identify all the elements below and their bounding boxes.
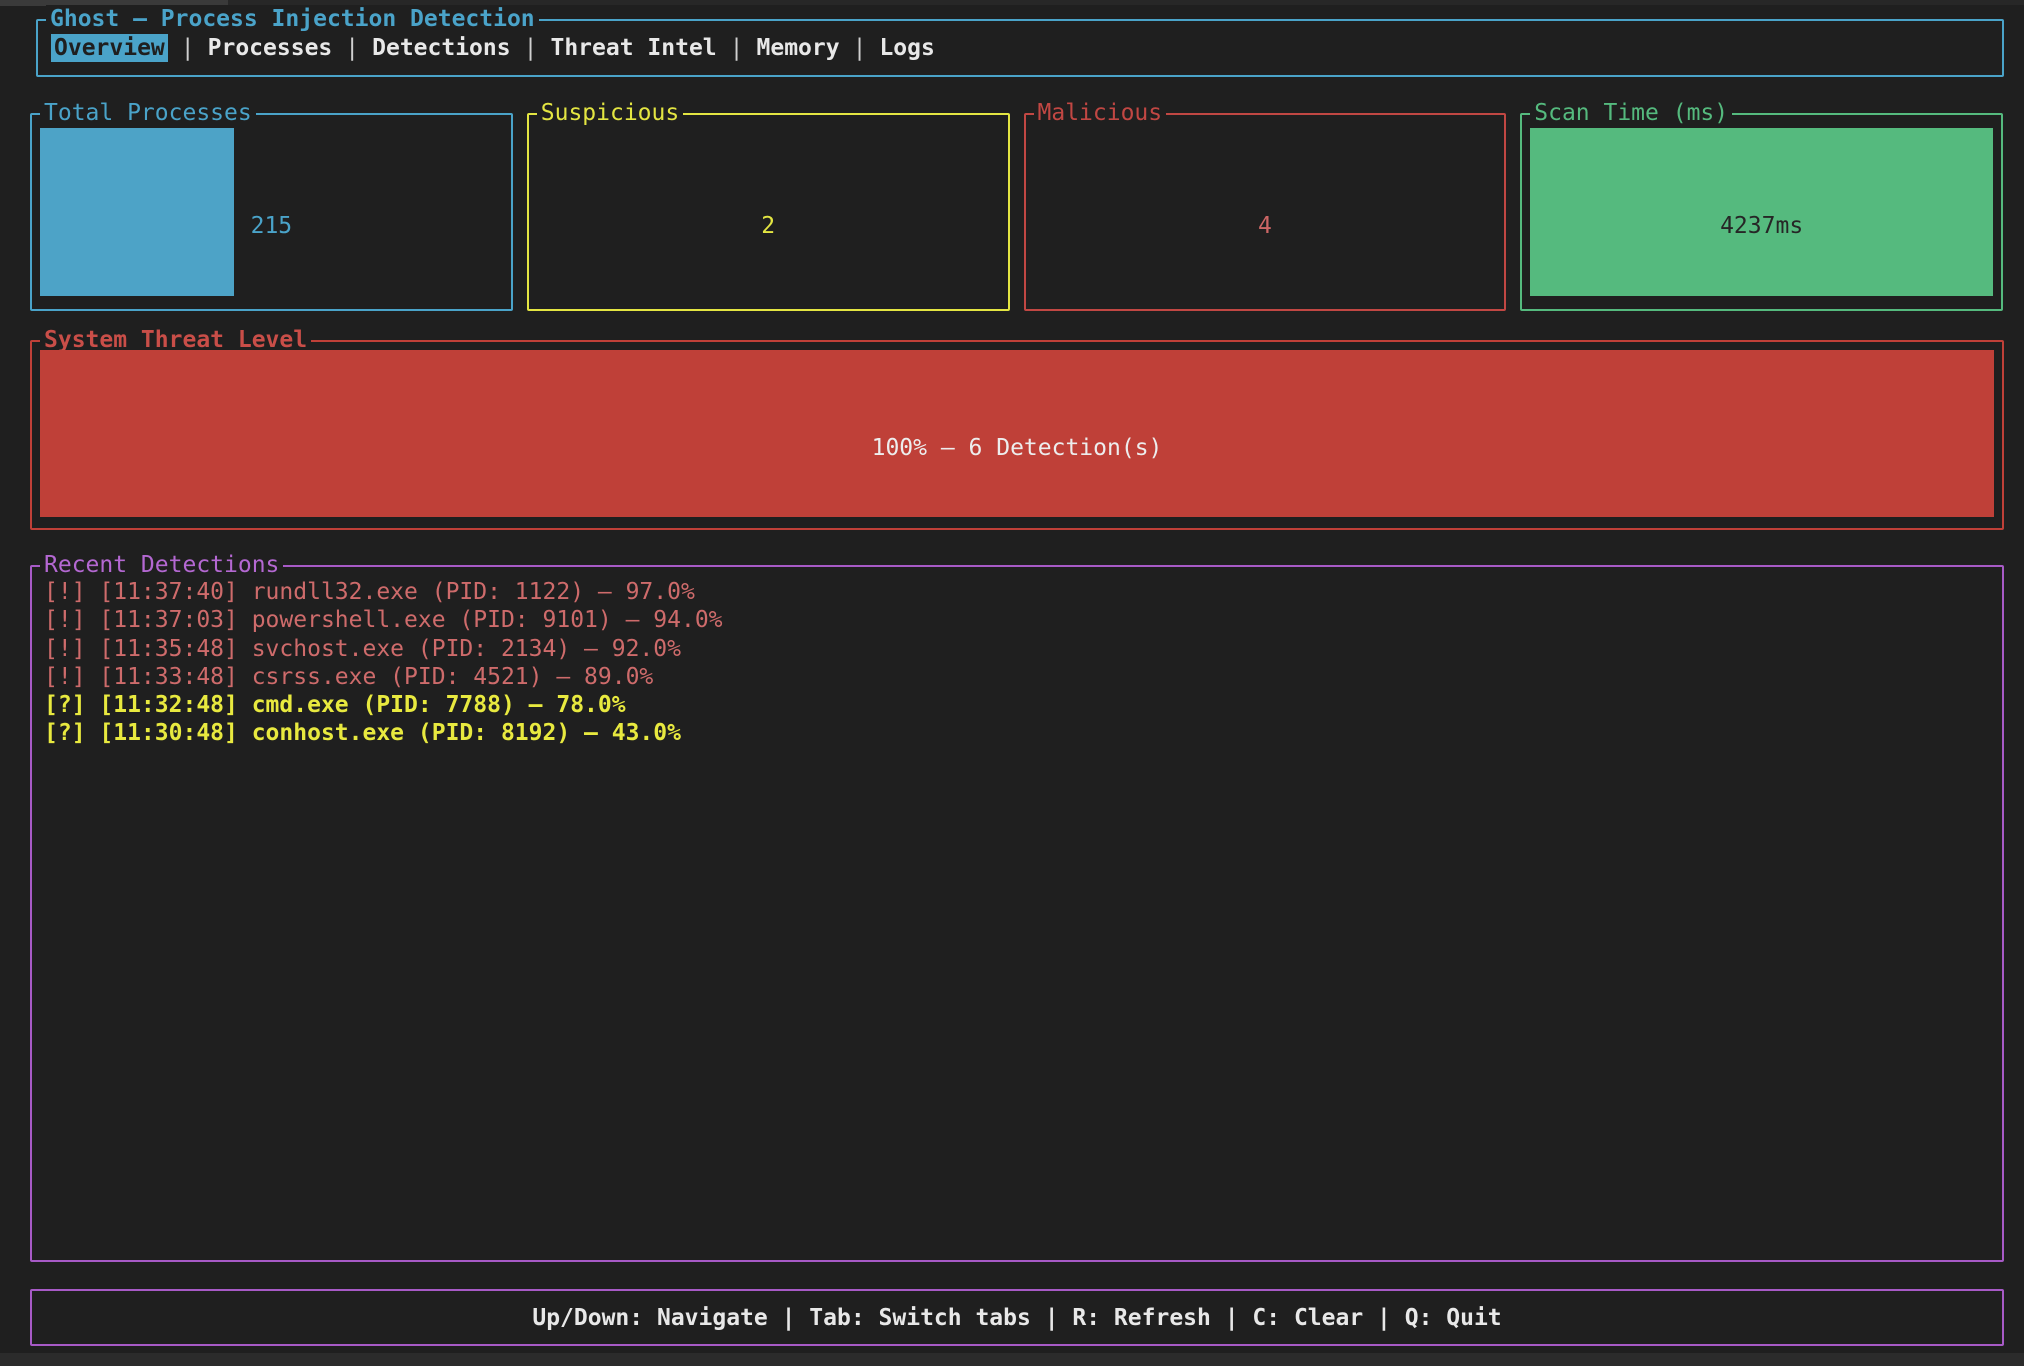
footer-panel: Up/Down: Navigate | Tab: Switch tabs | R… [30, 1289, 2004, 1346]
tab-processes[interactable]: Processes [208, 34, 333, 62]
tab-separator: | [730, 34, 744, 62]
stat-title: Scan Time (ms) [1530, 99, 1732, 127]
stat-panel-malicious: Malicious 4 [1024, 113, 1507, 311]
threat-level-gauge: 100% — 6 Detection(s) [40, 350, 1994, 517]
malicious-gauge: 4 [1034, 128, 1497, 296]
tab-separator: | [345, 34, 359, 62]
scan-time-gauge: 4237ms [1530, 128, 1993, 296]
recent-detections-panel: Recent Detections [!] [11:37:40] rundll3… [30, 565, 2004, 1262]
detection-row[interactable]: [!] [11:37:40] rundll32.exe (PID: 1122) … [44, 578, 1990, 606]
gauge-value: 2 [537, 142, 1000, 310]
detection-row[interactable]: [!] [11:35:48] svchost.exe (PID: 2134) —… [44, 635, 1990, 663]
detection-row[interactable]: [!] [11:37:03] powershell.exe (PID: 9101… [44, 606, 1990, 634]
tab-separator: | [853, 34, 867, 62]
stat-panel-suspicious: Suspicious 2 [527, 113, 1010, 311]
total-processes-gauge: 215 [40, 128, 503, 296]
tab-overview[interactable]: Overview [51, 34, 168, 62]
tab-logs[interactable]: Logs [879, 34, 934, 62]
stat-title: Suspicious [537, 99, 683, 127]
detections-list: [!] [11:37:40] rundll32.exe (PID: 1122) … [32, 567, 2002, 759]
window-bottom-edge [0, 1353, 2024, 1366]
app-title: Ghost — Process Injection Detection [46, 5, 539, 33]
tab-separator: | [524, 34, 538, 62]
gauge-value: 4237ms [1530, 142, 1993, 310]
detection-row[interactable]: [?] [11:30:48] conhost.exe (PID: 8192) —… [44, 719, 1990, 747]
tab-threat-intel[interactable]: Threat Intel [550, 34, 716, 62]
suspicious-gauge: 2 [537, 128, 1000, 296]
stat-title: Malicious [1034, 99, 1167, 127]
header-panel: Ghost — Process Injection Detection Over… [36, 19, 2004, 77]
gauge-value: 4 [1034, 142, 1497, 310]
stat-panel-total-processes: Total Processes 215 [30, 113, 513, 311]
threat-level-panel: System Threat Level 100% — 6 Detection(s… [30, 340, 2004, 530]
stats-row: Total Processes 215 Suspicious 2 Malicio… [30, 113, 2003, 311]
tab-memory[interactable]: Memory [757, 34, 840, 62]
threat-level-label: 100% — 6 Detection(s) [40, 364, 1994, 531]
tab-detections[interactable]: Detections [372, 34, 510, 62]
stat-title: Total Processes [40, 99, 256, 127]
footer-key-hints: Up/Down: Navigate | Tab: Switch tabs | R… [32, 1291, 2002, 1344]
tab-separator: | [181, 34, 195, 62]
stat-panel-scan-time: Scan Time (ms) 4237ms [1520, 113, 2003, 311]
detection-row[interactable]: [!] [11:33:48] csrss.exe (PID: 4521) — 8… [44, 663, 1990, 691]
detection-row[interactable]: [?] [11:32:48] cmd.exe (PID: 7788) — 78.… [44, 691, 1990, 719]
gauge-value: 215 [40, 142, 503, 310]
recent-detections-title: Recent Detections [40, 551, 283, 579]
